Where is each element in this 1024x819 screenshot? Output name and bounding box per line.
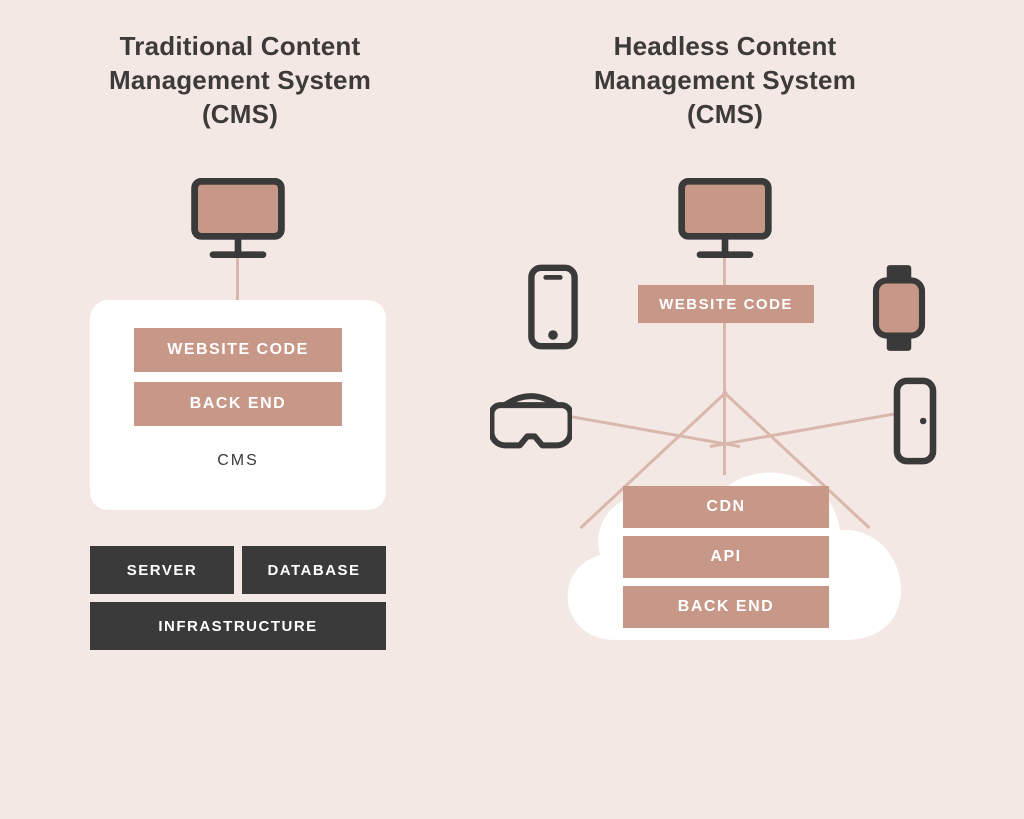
traditional-title-line2: Management System [109,65,371,95]
monitor-icon-headless [675,173,775,268]
phone-icon [525,262,581,352]
cms-caption: CMS [134,452,342,470]
traditional-title-line3: (CMS) [202,99,278,129]
database-box: DATABASE [242,546,386,594]
headless-title-line3: (CMS) [687,99,763,129]
headless-back-end: BACK END [623,586,829,628]
monitor-icon [188,173,288,268]
smartwatch-icon [868,262,930,354]
traditional-title-line1: Traditional Content [120,31,361,61]
infrastructure-box: INFRASTRUCTURE [90,602,386,650]
headless-title-line2: Management System [594,65,856,95]
headless-title-line1: Headless Content [614,31,837,61]
headless-cdn: CDN [623,486,829,528]
headless-title: Headless Content Management System (CMS) [575,30,875,131]
traditional-back-end: BACK END [134,382,342,426]
speaker-icon [890,376,940,466]
traditional-title: Traditional Content Management System (C… [90,30,390,131]
server-box: SERVER [90,546,234,594]
headless-api: API [623,536,829,578]
vr-headset-icon [490,388,572,452]
traditional-website-code: WEBSITE CODE [134,328,342,372]
headless-website-code: WEBSITE CODE [638,285,814,323]
